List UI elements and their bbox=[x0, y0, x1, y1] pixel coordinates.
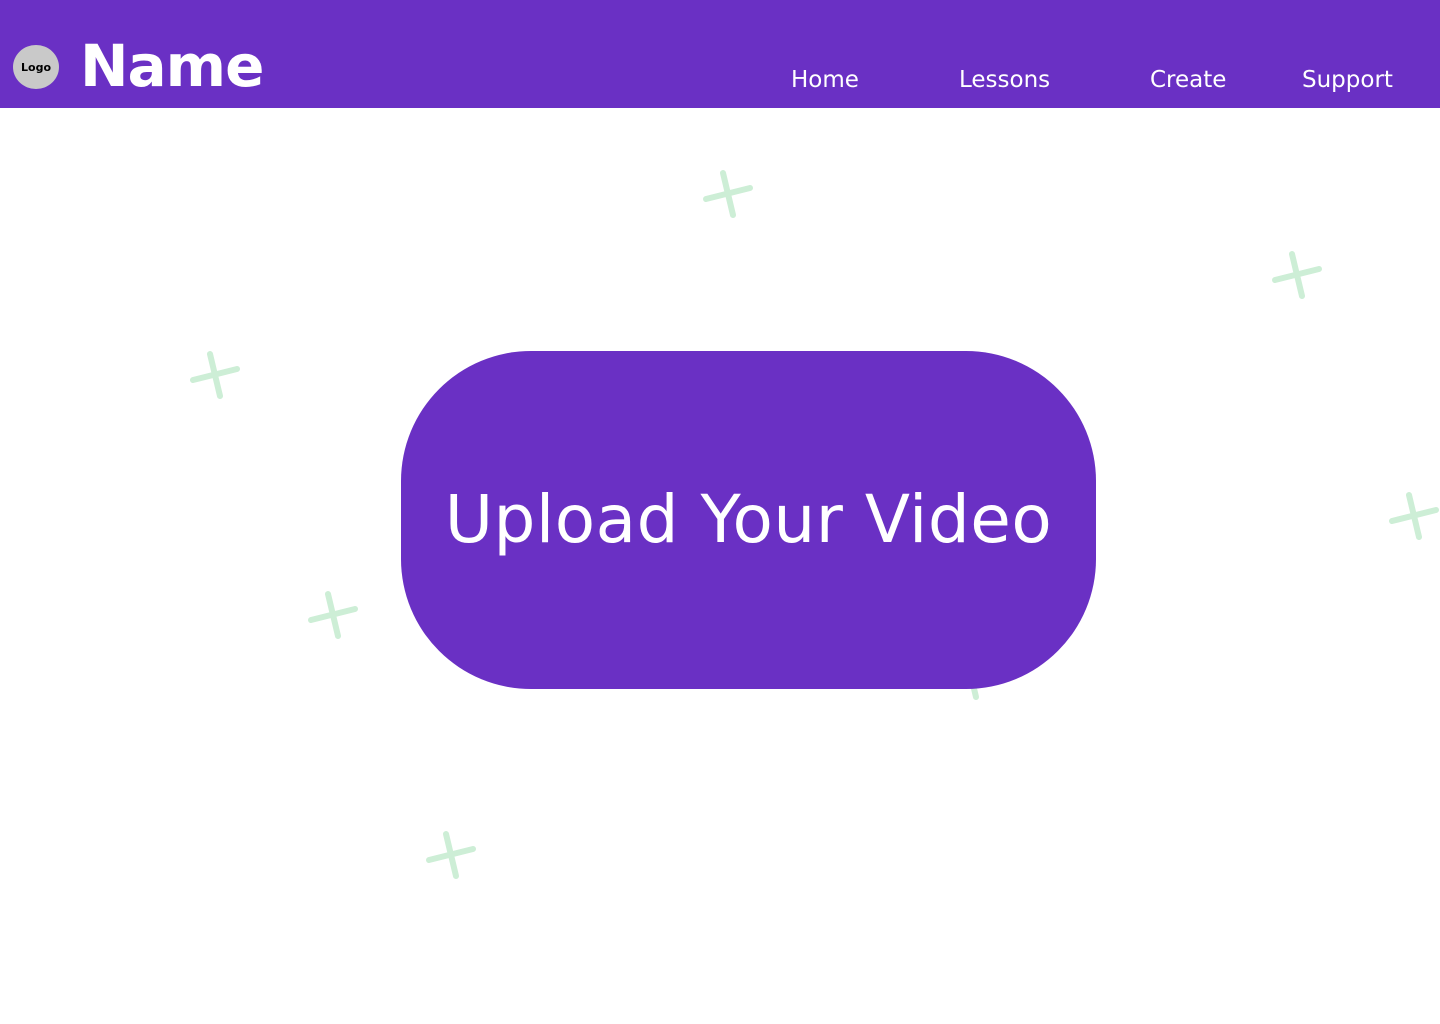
top-navigation-bar: Logo Name Home Lessons Create Support bbox=[0, 0, 1440, 108]
brand-name[interactable]: Name bbox=[80, 30, 264, 102]
sparkle-cross-icon bbox=[1389, 492, 1439, 540]
sparkle-cross-icon bbox=[1272, 251, 1322, 299]
nav-link-create[interactable]: Create bbox=[1150, 64, 1226, 96]
nav-link-home[interactable]: Home bbox=[791, 64, 859, 96]
sparkle-cross-icon bbox=[426, 831, 476, 879]
upload-video-button-label: Upload Your Video bbox=[444, 481, 1053, 558]
logo-label: Logo bbox=[21, 60, 51, 74]
sparkle-cross-icon bbox=[703, 170, 753, 218]
sparkle-cross-icon bbox=[308, 591, 358, 639]
upload-video-button[interactable]: Upload Your Video bbox=[401, 351, 1096, 689]
sparkle-cross-icon bbox=[190, 351, 240, 399]
page: Logo Name Home Lessons Create Support Up… bbox=[0, 0, 1440, 1024]
logo[interactable]: Logo bbox=[13, 45, 59, 89]
nav-link-lessons[interactable]: Lessons bbox=[959, 64, 1050, 96]
nav-link-support[interactable]: Support bbox=[1302, 64, 1393, 96]
